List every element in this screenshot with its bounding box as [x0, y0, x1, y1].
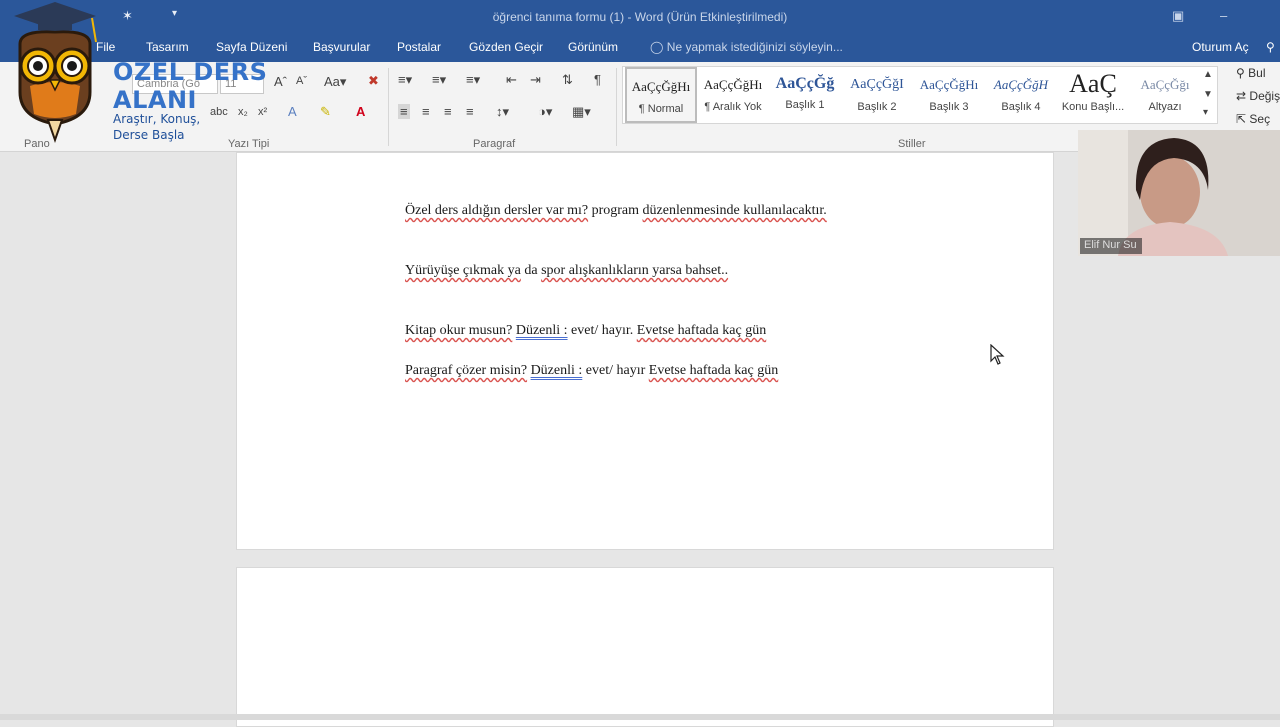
style-heading-2[interactable]: AaÇçĞğI Başlık 2 — [841, 67, 913, 123]
document-line: Kitap okur musun? Düzenli : evet/ hayır.… — [405, 323, 767, 338]
replace-icon: ⇄ — [1236, 89, 1247, 103]
multilevel-list-icon[interactable]: ≡▾ — [466, 72, 480, 88]
align-center-icon[interactable]: ≡ — [422, 104, 430, 119]
replace-button[interactable]: ⇄ Değiş — [1236, 89, 1280, 103]
search-icon: ⚲ — [1236, 66, 1245, 80]
owl-mascot-icon — [14, 2, 97, 144]
document-line: Yürüyüşe çıkmak ya da spor alışkanlıklar… — [405, 263, 729, 278]
decrease-indent-icon[interactable]: ⇤ — [506, 72, 517, 88]
tab-mailings[interactable]: Postalar — [397, 40, 441, 54]
lightbulb-icon: ◯ — [650, 40, 664, 54]
shrink-font-icon[interactable]: Aˇ — [296, 75, 307, 87]
align-left-icon[interactable]: ≡ — [398, 104, 410, 119]
align-right-icon[interactable]: ≡ — [444, 104, 452, 119]
bullets-icon[interactable]: ≡▾ — [398, 72, 412, 88]
tab-review[interactable]: Gözden Geçir — [469, 40, 543, 54]
cursor-icon: ⇱ — [1236, 112, 1247, 126]
increase-indent-icon[interactable]: ⇥ — [530, 72, 541, 88]
divider — [388, 68, 389, 146]
show-marks-icon[interactable]: ¶ — [594, 72, 601, 87]
style-heading-1[interactable]: AaÇçĞğ Başlık 1 — [769, 67, 841, 123]
logo-tagline-2: Derse Başla — [113, 128, 185, 142]
line-spacing-icon[interactable]: ↕▾ — [496, 104, 509, 120]
sign-in-link[interactable]: Oturum Aç — [1192, 40, 1249, 54]
numbering-icon[interactable]: ≡▾ — [432, 72, 446, 88]
logo-title: OZEL DERS — [113, 58, 268, 86]
logo-title-2: ALANI — [113, 86, 197, 114]
watermark-logo: OZEL DERS ALANI Araştır, Konuş, Derse Ba… — [0, 0, 270, 148]
document-line: Özel ders aldığın dersler var mı? progra… — [405, 203, 827, 218]
text-effects-icon[interactable]: A — [288, 104, 297, 119]
style-title[interactable]: AaÇ Konu Başlı... — [1057, 67, 1129, 123]
document-page[interactable]: Özel ders aldığın dersler var mı? progra… — [236, 152, 1054, 550]
tab-references[interactable]: Başvurular — [313, 40, 370, 54]
minimize-button[interactable]: – — [1220, 8, 1227, 23]
webcam-name-tag: Elif Nur Su — [1080, 238, 1142, 254]
borders-icon[interactable]: ▦▾ — [572, 104, 591, 120]
share-icon[interactable]: ⚲ — [1266, 40, 1275, 54]
status-bar — [0, 714, 1280, 720]
document-page-2[interactable] — [236, 567, 1054, 727]
style-heading-4[interactable]: AaÇçĞğH Başlık 4 — [985, 67, 1057, 123]
ribbon-display-options-icon[interactable]: ▣ — [1172, 8, 1184, 24]
style-no-spacing[interactable]: AaÇçĞğHı ¶ Aralık Yok — [697, 67, 769, 123]
clear-formatting-icon[interactable]: ✖ — [368, 73, 379, 89]
shading-icon[interactable]: ◑▾ — [538, 104, 552, 120]
justify-icon[interactable]: ≡ — [466, 104, 474, 119]
styles-more-icon[interactable]: ▾ — [1203, 107, 1208, 118]
styles-scroll-down-icon[interactable]: ▼ — [1203, 89, 1213, 100]
style-normal[interactable]: AaÇçĞğHı ¶ Normal — [625, 67, 697, 123]
style-subtitle[interactable]: AaÇçĞğı Altyazı — [1129, 67, 1201, 123]
logo-tagline: Araştır, Konuş, — [113, 112, 201, 126]
sort-icon[interactable]: ⇅ — [562, 72, 573, 88]
font-color-icon[interactable]: A — [356, 104, 365, 119]
document-line: Paragraf çözer misin? Düzenli : evet/ ha… — [405, 363, 779, 378]
mouse-pointer-icon — [990, 344, 1005, 365]
highlight-icon[interactable]: ✎ — [320, 104, 331, 120]
tab-view[interactable]: Görünüm — [568, 40, 618, 54]
tell-me-box[interactable]: ◯ Ne yapmak istediğinizi söyleyin... — [650, 40, 843, 54]
divider — [616, 68, 617, 146]
group-label-styles: Stiller — [898, 138, 926, 150]
grow-font-icon[interactable]: Aˆ — [274, 74, 287, 89]
select-button[interactable]: ⇱ Seç — [1236, 112, 1270, 126]
change-case-icon[interactable]: Aa▾ — [324, 74, 346, 90]
style-heading-3[interactable]: AaÇçĞğHı Başlık 3 — [913, 67, 985, 123]
styles-gallery: AaÇçĞğHı ¶ Normal AaÇçĞğHı ¶ Aralık Yok … — [622, 66, 1218, 124]
group-label-paragraph: Paragraf — [473, 138, 516, 150]
find-button[interactable]: ⚲ Bul — [1236, 66, 1265, 80]
styles-scroll-up-icon[interactable]: ▲ — [1203, 69, 1213, 80]
